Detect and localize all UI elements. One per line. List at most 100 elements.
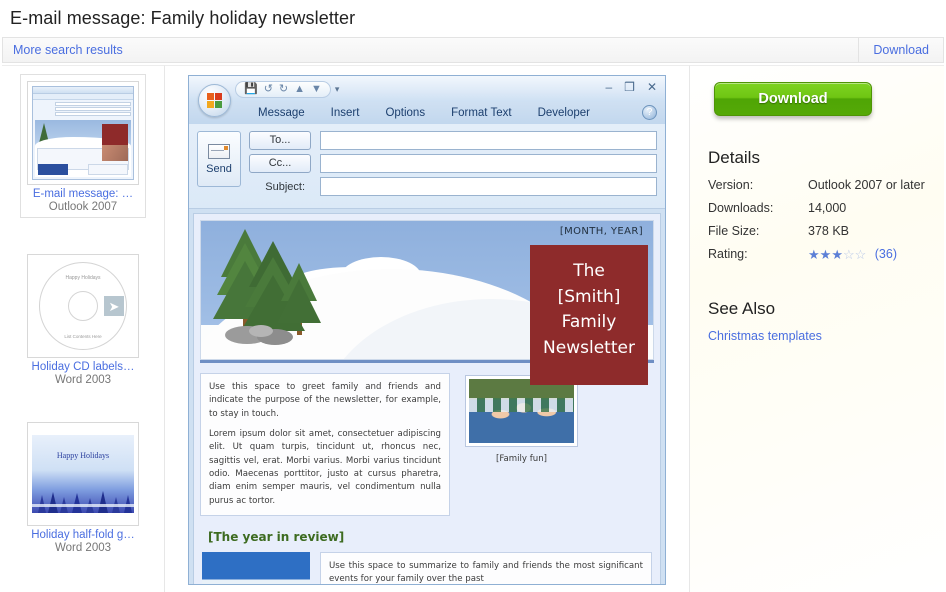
family-photo-column: [Family fun] (459, 373, 584, 516)
mini-field-to (55, 102, 131, 106)
template-preview-pane: 💾 ↺ ↻ ▲ ▼ ▾ – ❒ ✕ Message Insert Options (165, 65, 690, 592)
mini-field-subject (55, 112, 131, 116)
mini-fields (33, 100, 133, 118)
mini-document (35, 120, 131, 177)
see-also-link-christmas-templates[interactable]: Christmas templates (704, 329, 926, 343)
masthead-line-1: The (573, 261, 605, 281)
rating-stars[interactable]: ★ ★ ★ ☆ ☆ (808, 248, 866, 261)
cd-graphic: Happy Holidays List Contents Here ➤ (28, 255, 138, 357)
detail-key: Downloads: (708, 201, 774, 215)
redo-icon[interactable]: ↻ (279, 83, 288, 95)
undo-icon[interactable]: ↺ (264, 83, 273, 95)
tab-format-text[interactable]: Format Text (438, 107, 525, 119)
detail-row-version: Version: Outlook 2007 or later (704, 178, 926, 192)
mini-field-cc (55, 107, 131, 111)
customize-qat-icon[interactable]: ▾ (335, 84, 340, 95)
recipient-fields: To... Cc... Subject: (249, 131, 657, 200)
sidebar-item-subtitle: Word 2003 (54, 374, 112, 386)
results-toolbar: More search results Download (2, 37, 944, 63)
newsletter-document[interactable]: [MONTH, YEAR] The [Smith] Family Newslet… (193, 213, 661, 584)
review-photo (202, 551, 310, 584)
mini-tree-icon (39, 123, 49, 143)
mini-photo (102, 145, 128, 161)
sidebar-item-title[interactable]: Holiday half-fold g… (20, 529, 146, 541)
intro-paragraph-2: Lorem ipsum dolor sit amet, consectetuer… (209, 428, 441, 506)
close-icon[interactable]: ✕ (647, 80, 657, 94)
cc-input[interactable] (320, 154, 657, 173)
thumbnail-cd-labels[interactable]: Happy Holidays List Contents Here ➤ (27, 254, 139, 358)
mini-titlebar (33, 87, 133, 94)
cc-button[interactable]: Cc... (249, 154, 311, 173)
sidebar-item-half-fold[interactable]: Happy Holidays Holiday half-fold g… Word… (20, 422, 146, 554)
winter-trees-icon (32, 491, 134, 513)
cd-center-hole (68, 291, 98, 321)
detail-key: Rating: (708, 247, 748, 261)
cd-top-text: Happy Holidays (65, 275, 101, 281)
star-4-icon[interactable]: ☆ (843, 248, 855, 261)
see-also-heading: See Also (708, 299, 776, 319)
half-fold-graphic: Happy Holidays (32, 435, 134, 513)
family-photo-frame (465, 375, 578, 447)
send-button[interactable]: Send (197, 131, 241, 187)
year-in-review-heading: [The year in review] (208, 529, 345, 544)
to-input[interactable] (320, 131, 657, 150)
subject-label: Subject: (265, 180, 305, 193)
previous-icon[interactable]: ▲ (294, 83, 305, 95)
review-text-block: Use this space to summarize to family an… (320, 551, 652, 584)
detail-row-filesize: File Size: 378 KB (704, 224, 926, 238)
main-layout: E-mail message: … Outlook 2007 Happy Hol… (0, 63, 946, 592)
sidebar-item-email-newsletter[interactable]: E-mail message: … Outlook 2007 (20, 74, 146, 218)
thumbnail-half-fold[interactable]: Happy Holidays (27, 422, 139, 526)
thumbnail-email-newsletter[interactable] (27, 81, 139, 185)
subject-input[interactable] (320, 177, 657, 196)
sidebar-item-title[interactable]: Holiday CD labels… (20, 361, 146, 373)
masthead-line-4: Newsletter (543, 337, 635, 358)
detail-value: 378 KB (808, 224, 850, 238)
send-button-label: Send (206, 162, 232, 175)
window-controls: – ❒ ✕ (605, 80, 657, 94)
pine-trees-icon (213, 229, 321, 345)
star-1-icon[interactable]: ★ (808, 248, 820, 261)
ribbon-tabs: Message Insert Options Format Text Devel… (189, 102, 665, 124)
tab-insert[interactable]: Insert (318, 107, 373, 119)
maximize-icon[interactable]: ❒ (624, 80, 635, 94)
star-2-icon[interactable]: ★ (820, 248, 832, 261)
minimize-icon[interactable]: – (605, 80, 612, 94)
newsletter-body: Use this space to greet family and frien… (194, 363, 660, 516)
detail-key: Version: (708, 178, 754, 192)
mini-review-text (88, 164, 128, 175)
tab-message[interactable]: Message (245, 107, 318, 119)
outlook-titlebar: 💾 ↺ ↻ ▲ ▼ ▾ – ❒ ✕ (189, 76, 665, 117)
help-icon[interactable]: ? (642, 105, 657, 120)
masthead-line-2: [Smith] (557, 286, 621, 307)
sidebar-item-title[interactable]: E-mail message: … (21, 188, 145, 200)
more-search-results-link[interactable]: More search results (13, 43, 123, 57)
family-photo (469, 379, 574, 443)
rating-count[interactable]: (36) (875, 247, 897, 261)
half-fold-title: Happy Holidays (56, 451, 110, 460)
detail-row-downloads: Downloads: 14,000 (704, 201, 926, 215)
mini-review-photo (38, 164, 68, 175)
details-panel: Download Details Version: Outlook 2007 o… (690, 65, 944, 592)
download-button[interactable]: Download (714, 82, 872, 116)
tab-options[interactable]: Options (372, 107, 438, 119)
dove-icon: ➤ (104, 296, 124, 316)
next-icon[interactable]: ▼ (311, 83, 322, 95)
toolbar-download-link[interactable]: Download (873, 43, 929, 57)
tab-developer[interactable]: Developer (525, 107, 603, 119)
quick-access-toolbar[interactable]: 💾 ↺ ↻ ▲ ▼ (235, 80, 331, 98)
office-button-icon[interactable] (198, 84, 231, 117)
to-button[interactable]: To... (249, 131, 311, 150)
sidebar-item-cd-labels[interactable]: Happy Holidays List Contents Here ➤ Holi… (20, 254, 146, 386)
rating-value: ★ ★ ★ ☆ ☆ (36) (808, 247, 897, 261)
save-icon[interactable]: 💾 (244, 83, 258, 95)
star-3-icon[interactable]: ★ (831, 248, 843, 261)
send-envelope-icon (208, 143, 230, 159)
cc-row: Cc... (249, 154, 657, 173)
star-5-icon[interactable]: ☆ (855, 248, 867, 261)
outlook-window-preview: 💾 ↺ ↻ ▲ ▼ ▾ – ❒ ✕ Message Insert Options (188, 75, 666, 585)
month-year-placeholder: [MONTH, YEAR] (559, 226, 643, 237)
detail-value: Outlook 2007 or later (808, 178, 925, 192)
